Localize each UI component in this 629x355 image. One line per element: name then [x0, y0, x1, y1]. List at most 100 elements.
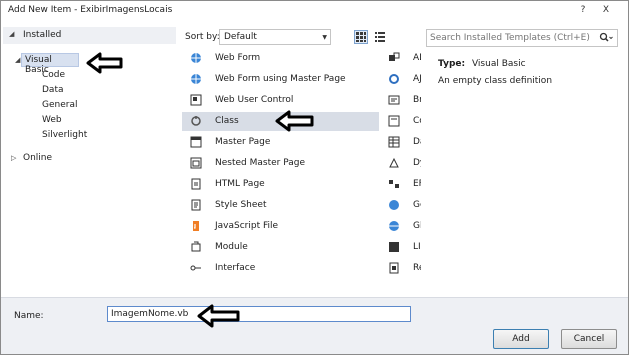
dataset-icon [388, 136, 400, 148]
linq-icon [389, 242, 399, 252]
master-page-icon [190, 136, 202, 148]
template-label: Master Page [215, 137, 271, 147]
template-item-web-user-control[interactable]: Web User Control [182, 91, 379, 110]
sort-toolbar: Sort by: Default ▼ [182, 29, 388, 47]
template-item-interface[interactable]: Interface [182, 259, 379, 278]
style-sheet-icon [191, 199, 201, 211]
template-item-col2[interactable]: EF 5 [385, 175, 421, 194]
interface-icon [190, 265, 201, 271]
medium-icons-view-button[interactable] [354, 30, 368, 44]
tree-item-silverlight[interactable]: Silverlight [42, 130, 87, 140]
template-label: Glo [413, 221, 421, 231]
sort-by-value: Default [224, 32, 257, 42]
type-label: Type: [438, 59, 466, 69]
search-input[interactable] [430, 31, 590, 45]
expand-arrow-icon[interactable]: ◢ [15, 56, 20, 64]
entity-framework-icon [389, 180, 399, 188]
grid-view-icon [356, 32, 366, 42]
template-item-col2[interactable]: AJA [385, 70, 421, 89]
tree-item-visual-basic[interactable]: Visual Basic [21, 53, 79, 75]
sort-by-dropdown[interactable]: Default ▼ [219, 29, 331, 45]
expand-arrow-icon[interactable]: ▷ [11, 154, 16, 162]
template-label: HTML Page [215, 179, 265, 189]
template-item-col2[interactable]: Coc [385, 112, 421, 131]
template-item-col2[interactable]: Res [385, 259, 421, 278]
global-application-icon [389, 221, 399, 231]
template-details: Type: Visual Basic An empty class defini… [438, 59, 618, 86]
help-button[interactable]: ? [576, 4, 590, 16]
add-new-item-dialog: Add New Item - ExibirImagensLocais ? X ◢… [0, 0, 629, 355]
template-label: Style Sheet [215, 200, 267, 210]
template-label: Web Form [215, 53, 261, 63]
template-item-javascript-file[interactable]: JavaScript File [182, 217, 379, 236]
template-item-html-page[interactable]: HTML Page [182, 175, 379, 194]
template-label: ADO [413, 53, 421, 63]
title-bar: Add New Item - ExibirImagensLocais ? X [1, 1, 628, 21]
name-field[interactable] [107, 306, 411, 322]
browser-file-icon [388, 95, 400, 105]
web-form-icon [191, 53, 201, 63]
search-templates-box[interactable] [426, 29, 618, 47]
window-title: Add New Item - ExibirImagensLocais [8, 5, 173, 15]
template-label: Gen [413, 200, 421, 210]
template-label: Interface [215, 263, 256, 273]
type-value: Visual Basic [471, 59, 526, 69]
name-label: Name: [14, 311, 44, 321]
tree-item-online[interactable]: Online [23, 153, 52, 163]
template-label: Coc [413, 116, 421, 126]
tree-item-general[interactable]: General [42, 100, 77, 110]
annotation-arrow-icon [86, 52, 123, 74]
search-icon[interactable] [599, 32, 613, 44]
cancel-button[interactable]: Cancel [561, 329, 617, 349]
template-label: Module [215, 242, 248, 252]
template-label: Res [413, 263, 421, 273]
nested-master-page-icon [190, 157, 202, 169]
template-item-nested-master-page[interactable]: Nested Master Page [182, 154, 379, 173]
template-label: Dyn [413, 158, 421, 168]
template-item-module[interactable]: Module [182, 238, 379, 257]
template-label: AJA [413, 74, 421, 84]
template-label: JavaScript File [215, 221, 279, 231]
template-item-col2[interactable]: Glo [385, 217, 421, 236]
html-page-icon [191, 178, 201, 190]
template-label: Class [215, 116, 239, 126]
generic-handler-icon [389, 200, 399, 210]
template-item-style-sheet[interactable]: Style Sheet [182, 196, 379, 215]
web-form-master-icon [191, 74, 201, 84]
template-item-web-form[interactable]: Web Form [182, 49, 379, 68]
template-item-master-page[interactable]: Master Page [182, 133, 379, 152]
template-description: An empty class definition [438, 76, 553, 86]
tree-item-web[interactable]: Web [42, 115, 62, 125]
template-item-col2[interactable]: LIN [385, 238, 421, 257]
dialog-footer: Name: Add Cancel [1, 297, 628, 354]
template-label: EF 5 [413, 179, 421, 189]
class-icon [191, 116, 201, 126]
annotation-arrow-icon [197, 304, 240, 328]
module-icon [191, 241, 201, 252]
template-label: Nested Master Page [215, 158, 305, 168]
ado-icon [389, 52, 400, 61]
template-item-web-form-master[interactable]: Web Form using Master Page [182, 70, 379, 89]
template-label: Brow [413, 95, 421, 105]
template-label: Web User Control [215, 95, 294, 105]
template-item-col2[interactable]: Dat [385, 133, 421, 152]
chevron-down-icon: ▼ [322, 34, 327, 41]
code-file-icon [388, 115, 400, 127]
installed-header[interactable]: ◢ Installed [3, 27, 176, 44]
web-user-control-icon [190, 94, 202, 106]
tree-item-data[interactable]: Data [42, 85, 64, 95]
tree-item-code[interactable]: Code [42, 70, 65, 80]
list-view-button[interactable] [373, 30, 387, 44]
add-button[interactable]: Add [493, 329, 549, 349]
ajax-icon [389, 74, 399, 84]
installed-label: Installed [23, 30, 62, 40]
javascript-file-icon [193, 221, 199, 231]
template-item-col2[interactable]: ADO [385, 49, 421, 68]
template-type: Type: Visual Basic [438, 59, 618, 69]
template-item-col2[interactable]: Brow [385, 91, 421, 110]
template-item-col2[interactable]: Dyn [385, 154, 421, 173]
template-category-tree: ◢ Installed ◢ Visual Basic Code Data Gen… [1, 27, 178, 293]
close-button[interactable]: X [599, 4, 613, 16]
template-item-col2[interactable]: Gen [385, 196, 421, 215]
template-list: Web Form Web Form using Master Page Web … [182, 47, 421, 293]
